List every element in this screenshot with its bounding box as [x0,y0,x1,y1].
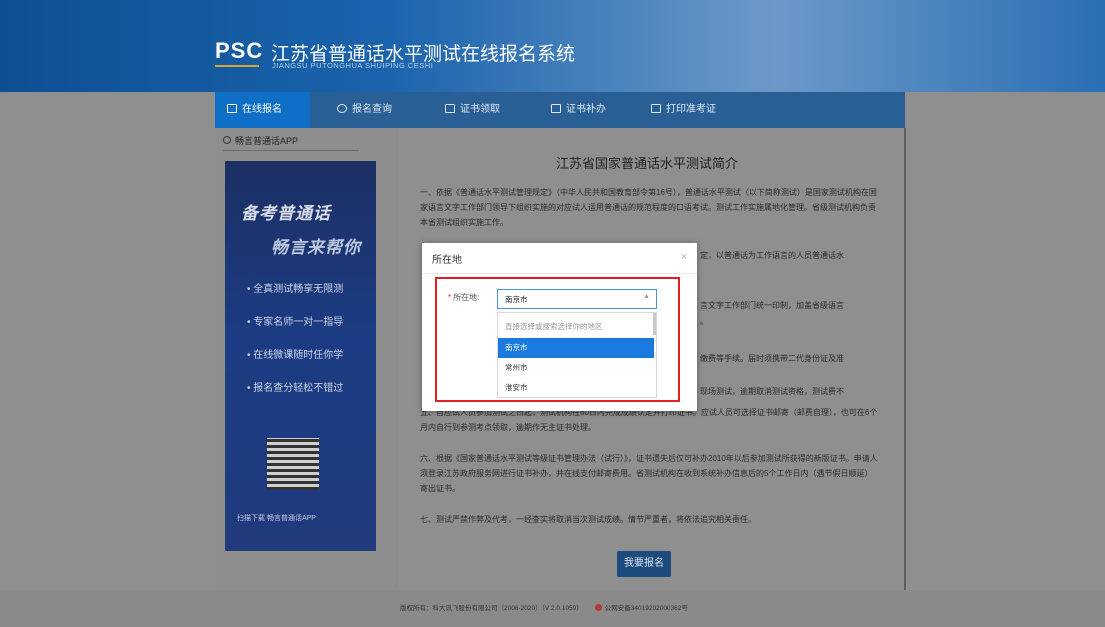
site-subtitle: JIANGSU PUTONGHUA SHUIPING CESHI [272,61,434,70]
location-field-label: * 所在地: [448,292,479,303]
nav-label: 证书领取 [460,104,500,115]
police-badge-icon [594,604,602,611]
nav-label: 证书补办 [566,104,606,115]
certificate-icon [551,104,561,113]
certificate-icon [445,104,455,113]
site-footer: 版权所有：科大讯飞股份有限公司（2006-2020）（V 2.0.1059） 公网… [0,590,1105,627]
banner-title-1: 备考普通话 [241,204,331,223]
nav-label: 报名查询 [352,104,392,115]
copyright-text: 版权所有：科大讯飞股份有限公司（2006-2020）（V 2.0.1059） [400,605,583,612]
article-paragraph-3-fragment: 。 [700,317,708,326]
location-dropdown: 直接选择或搜索选择你的地区 南京市 常州市 淮安市 [497,312,657,398]
qr-caption: 扫描下载 畅言普通话APP [237,515,316,522]
nav-certificate-pickup[interactable]: 证书领取 [433,92,512,128]
required-mark: * [448,293,452,302]
app-promo-banner[interactable]: 备考普通话 畅言来帮你 • 全真测试畅享无限测 • 专家名师一对一指导 • 在线… [225,161,376,551]
article-paragraph-7: 七、测试严禁作弊及代考，一经查实将取消当次测试成绩。情节严重者，将依法追究相关责… [420,515,756,524]
footer-text: 版权所有：科大讯飞股份有限公司（2006-2020）（V 2.0.1059） 公网… [400,602,688,612]
logo-underline [215,65,259,67]
nav-certificate-reissue[interactable]: 证书补办 [539,92,618,128]
nav-online-signup[interactable]: 在线报名 [215,92,310,128]
banner-feature: • 全真测试畅享无限测 [247,284,344,295]
divider [223,150,359,151]
banner-title-2: 畅言来帮你 [271,238,361,257]
logo-letter-c: C [246,38,264,63]
close-icon[interactable]: × [681,251,687,263]
app-link[interactable]: 畅言普通话APP [223,134,298,147]
article-paragraph-3-fragment: 言文字工作部门统一印制，加盖省级语言 [700,301,844,310]
site-header: PSC 江苏省普通话水平测试在线报名系统 JIANGSU PUTONGHUA S… [0,0,1105,92]
edit-icon [227,104,237,113]
article-title: 江苏省国家普通话水平测试简介 [556,156,739,171]
banner-feature: • 在线微课随时任你学 [247,350,344,361]
dropdown-scrollbar[interactable] [653,313,656,335]
article-paragraph-4-fragment: 缴费等手续。届时须携带二代身份证及准 [700,354,844,363]
logo-mark: PSC [215,38,263,64]
banner-feature: • 专家名师一对一指导 [247,317,344,328]
article-paragraph-6: 六、根据《国家普通话水平测试等级证书管理办法（试行）》，证书遗失后仅可补办201… [420,454,878,493]
signup-button[interactable]: 我要报名 [617,551,671,577]
banner-feature: • 报名查分轻松不错过 [247,383,344,394]
option-huaian[interactable]: 淮安市 [498,378,654,397]
logo-letters: PS [215,38,247,63]
select-value[interactable]: 南京市 [505,294,528,305]
nav-label: 在线报名 [242,104,282,115]
nav-label: 打印准考证 [666,104,716,115]
article-paragraph-4-fragment: 现场测试，逾期取消测试资格，测试费不 [700,387,844,396]
printer-icon [651,104,661,113]
option-changzhou[interactable]: 常州市 [498,358,654,378]
dialog-title: 所在地 [432,255,462,266]
dialog-header: 所在地 × [422,243,697,274]
circle-icon [223,136,231,144]
app-link-label: 畅言普通话APP [235,136,299,146]
police-record-link[interactable]: 公网安备34019202000362号 [605,605,688,612]
article-paragraph-2-fragment: 定，以普通话为工作语言的人员普通话水 [700,251,844,260]
sidebar: 畅言普通话APP 备考普通话 畅言来帮你 • 全真测试畅享无限测 • 专家名师一… [215,128,395,590]
main-nav: 在线报名 报名查询 证书领取 证书补办 打印准考证 [215,92,905,128]
page-scrollbar[interactable] [904,128,906,590]
nav-signup-query[interactable]: 报名查询 [325,92,404,128]
article-paragraph-1: 一、依据《普通话水平测试管理规定》（中华人民共和国教育部令第16号），普通话水平… [420,188,877,227]
qr-code [267,438,319,490]
nav-print-admission[interactable]: 打印准考证 [639,92,728,128]
location-select[interactable]: 南京市 ▲ [497,289,657,309]
chevron-up-icon[interactable]: ▲ [643,293,650,300]
option-nanjing[interactable]: 南京市 [498,338,654,358]
dropdown-hint: 直接选择或搜索选择你的地区 [505,322,603,331]
search-icon [337,104,347,113]
field-label-text: 所在地: [453,293,480,302]
